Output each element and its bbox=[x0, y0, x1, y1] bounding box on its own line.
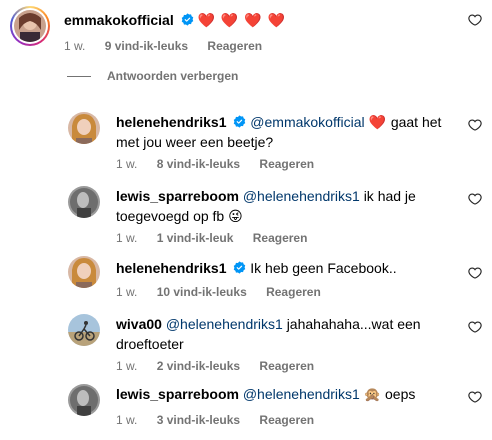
reply-4: wiva00 @helenehendriks1 jahahahaha...wat… bbox=[0, 310, 492, 374]
speak-no-evil-emoji: 🙊 bbox=[363, 386, 382, 402]
wink-tongue-emoji: 😜 bbox=[228, 208, 243, 224]
username[interactable]: lewis_sparreboom bbox=[116, 386, 239, 402]
avatar[interactable] bbox=[68, 314, 100, 346]
heart-outline-icon[interactable] bbox=[468, 118, 482, 132]
comment-body: helenehendriks1 Ik heb geen Facebook.. bbox=[116, 258, 456, 278]
comment-meta: 1 w. 1 vind-ik-leuk Reageren bbox=[116, 230, 323, 246]
comment-body: helenehendriks1 @emmakokofficial ❤️ gaat… bbox=[116, 112, 456, 152]
mention-link[interactable]: @helenehendriks1 bbox=[243, 386, 360, 402]
reply-5: lewis_sparreboom @helenehendriks1 🙊 oeps… bbox=[0, 382, 492, 438]
heart-outline-icon[interactable] bbox=[468, 192, 482, 206]
reply-3: helenehendriks1 Ik heb geen Facebook.. 1… bbox=[0, 256, 492, 304]
username[interactable]: helenehendriks1 bbox=[116, 114, 227, 130]
likes-count[interactable]: 9 vind-ik-leuks bbox=[105, 39, 188, 53]
comment-text: Ik heb geen Facebook.. bbox=[250, 260, 397, 276]
comment-text-cont: met jou weer een beetje? bbox=[116, 134, 274, 150]
timestamp[interactable]: 1 w. bbox=[64, 39, 85, 53]
reply-button[interactable]: Reageren bbox=[253, 231, 308, 245]
likes-count[interactable]: 3 vind-ik-leuks bbox=[157, 413, 240, 427]
timestamp[interactable]: 1 w. bbox=[116, 285, 137, 299]
mention-link[interactable]: @helenehendriks1 bbox=[166, 316, 283, 332]
timestamp[interactable]: 1 w. bbox=[116, 231, 137, 245]
verified-badge-icon bbox=[181, 13, 193, 26]
divider-line bbox=[67, 75, 91, 77]
comment-body: lewis_sparreboom @helenehendriks1 ik had… bbox=[116, 186, 456, 226]
comment-text: gaat het bbox=[390, 114, 442, 130]
timestamp[interactable]: 1 w. bbox=[116, 359, 137, 373]
comment-body: emmakokofficial ❤️ ❤️ ❤️ ❤️ bbox=[64, 10, 286, 30]
avatar bbox=[14, 10, 46, 42]
heart-outline-icon[interactable] bbox=[468, 266, 482, 280]
avatar[interactable] bbox=[68, 256, 100, 288]
reply-button[interactable]: Reageren bbox=[207, 39, 262, 53]
likes-count[interactable]: 1 vind-ik-leuk bbox=[157, 231, 234, 245]
reply-button[interactable]: Reageren bbox=[259, 157, 314, 171]
heart-outline-icon[interactable] bbox=[468, 390, 482, 404]
likes-count[interactable]: 2 vind-ik-leuks bbox=[157, 359, 240, 373]
reply-button[interactable]: Reageren bbox=[266, 285, 321, 299]
reply-2: lewis_sparreboom @helenehendriks1 ik had… bbox=[0, 182, 492, 246]
username[interactable]: lewis_sparreboom bbox=[116, 188, 239, 204]
verified-badge-icon bbox=[234, 261, 246, 274]
likes-count[interactable]: 10 vind-ik-leuks bbox=[157, 285, 247, 299]
comment-text: ik had je bbox=[363, 188, 416, 204]
hearts-emoji: ❤️ ❤️ ❤️ ❤️ bbox=[197, 12, 286, 28]
comment-text-cont: droeftoeter bbox=[116, 336, 184, 352]
comment-text: oeps bbox=[385, 386, 416, 402]
comment-text: jahahahaha...wat een bbox=[286, 316, 421, 332]
mention-link[interactable]: @helenehendriks1 bbox=[243, 188, 360, 204]
username[interactable]: emmakokofficial bbox=[64, 12, 174, 28]
comment-text-cont: toegevoegd op fb bbox=[116, 208, 225, 224]
hide-replies-toggle[interactable]: Antwoorden verbergen bbox=[67, 69, 238, 83]
timestamp[interactable]: 1 w. bbox=[116, 413, 137, 427]
avatar[interactable] bbox=[68, 112, 100, 144]
comment-meta: 1 w. 9 vind-ik-leuks Reageren bbox=[64, 38, 278, 54]
heart-emoji: ❤️ bbox=[368, 114, 387, 130]
comment-meta: 1 w. 2 vind-ik-leuks Reageren bbox=[116, 358, 330, 374]
hide-replies-label: Antwoorden verbergen bbox=[107, 69, 239, 83]
comment-meta: 1 w. 8 vind-ik-leuks Reageren bbox=[116, 156, 330, 172]
timestamp[interactable]: 1 w. bbox=[116, 157, 137, 171]
heart-outline-icon[interactable] bbox=[468, 320, 482, 334]
comment-meta: 1 w. 3 vind-ik-leuks Reageren bbox=[116, 412, 330, 428]
avatar[interactable] bbox=[68, 384, 100, 416]
mention-link[interactable]: @emmakokofficial bbox=[250, 114, 364, 130]
reply-button[interactable]: Reageren bbox=[259, 359, 314, 373]
comment-meta: 1 w. 10 vind-ik-leuks Reageren bbox=[116, 284, 337, 300]
comment-1: emmakokofficial ❤️ ❤️ ❤️ ❤️ 1 w. 9 vind-… bbox=[0, 0, 492, 60]
avatar[interactable] bbox=[68, 186, 100, 218]
reply-button[interactable]: Reageren bbox=[259, 413, 314, 427]
comment-body: wiva00 @helenehendriks1 jahahahaha...wat… bbox=[116, 314, 456, 354]
username[interactable]: helenehendriks1 bbox=[116, 260, 227, 276]
verified-badge-icon bbox=[234, 115, 246, 128]
heart-outline-icon[interactable] bbox=[468, 13, 482, 27]
avatar-story-ring[interactable] bbox=[10, 6, 50, 46]
comment-body: lewis_sparreboom @helenehendriks1 🙊 oeps bbox=[116, 384, 456, 404]
username[interactable]: wiva00 bbox=[116, 316, 162, 332]
reply-1: helenehendriks1 @emmakokofficial ❤️ gaat… bbox=[0, 108, 492, 172]
likes-count[interactable]: 8 vind-ik-leuks bbox=[157, 157, 240, 171]
